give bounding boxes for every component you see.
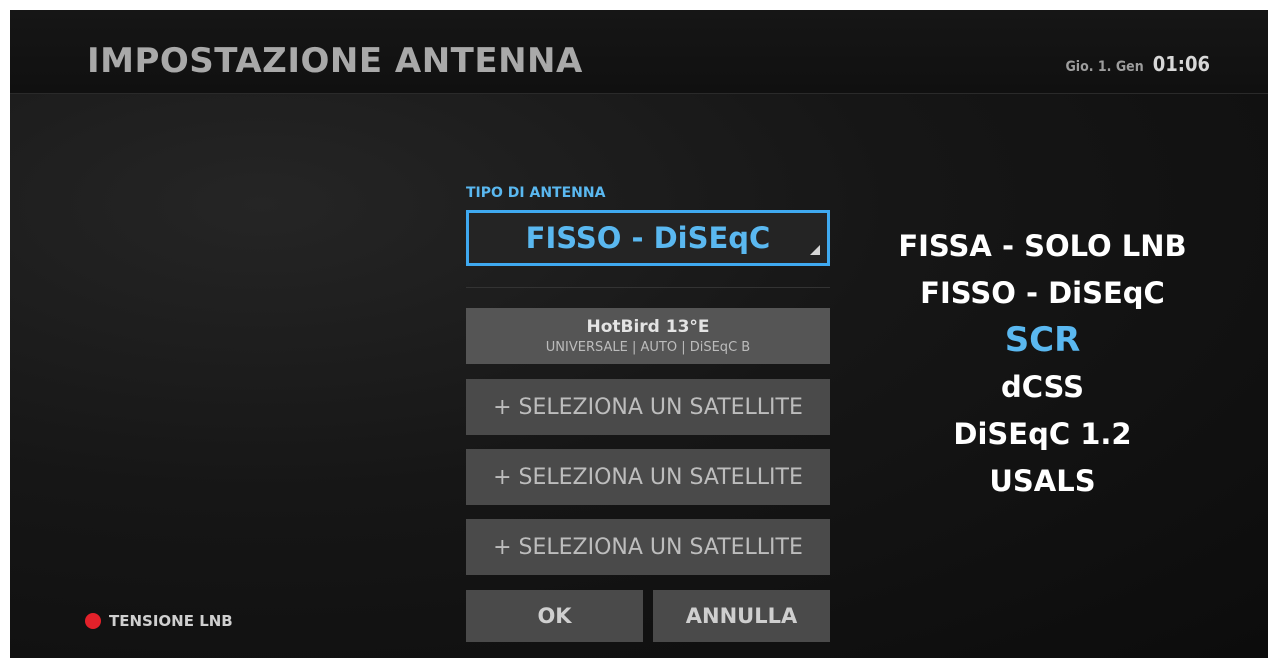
satellite-slot-2[interactable]: + SELEZIONA UN SATELLITE — [466, 379, 830, 435]
antenna-type-value: FISSO - DiSEqC — [525, 221, 771, 255]
antenna-type-label: TIPO DI ANTENNA — [466, 185, 606, 201]
add-satellite-label: + SELEZIONA UN SATELLITE — [493, 534, 803, 560]
add-satellite-label: + SELEZIONA UN SATELLITE — [493, 464, 803, 490]
add-satellite-label: + SELEZIONA UN SATELLITE — [493, 394, 803, 420]
satellite-detail: UNIVERSALE | AUTO | DiSEqC B — [545, 340, 751, 355]
option-scr[interactable]: SCR — [885, 317, 1200, 364]
tv-screen: IMPOSTAZIONE ANTENNA Gio. 1. Gen 01:06 T… — [10, 10, 1268, 658]
page-title: IMPOSTAZIONE ANTENNA — [87, 41, 583, 81]
time-label: 01:06 — [1152, 52, 1210, 76]
dropdown-corner-icon — [810, 245, 820, 255]
option-diseqc-1-2[interactable]: DiSEqC 1.2 — [885, 411, 1200, 458]
antenna-type-select[interactable]: FISSO - DiSEqC — [466, 210, 830, 266]
lnb-voltage-label: TENSIONE LNB — [109, 612, 233, 630]
date-label: Gio. 1. Gen — [1065, 59, 1144, 75]
lnb-voltage-indicator: TENSIONE LNB — [85, 612, 233, 630]
option-fisso-diseqc[interactable]: FISSO - DiSEqC — [885, 270, 1200, 317]
satellite-slot-1[interactable]: HotBird 13°E UNIVERSALE | AUTO | DiSEqC … — [466, 308, 830, 364]
option-usals[interactable]: USALS — [885, 458, 1200, 505]
satellite-slot-4[interactable]: + SELEZIONA UN SATELLITE — [466, 519, 830, 575]
option-fissa-solo-lnb[interactable]: FISSA - SOLO LNB — [885, 223, 1200, 270]
clock: Gio. 1. Gen 01:06 — [1065, 52, 1210, 76]
red-dot-icon — [85, 613, 101, 629]
cancel-button[interactable]: ANNULLA — [653, 590, 830, 642]
satellite-name: HotBird 13°E — [586, 317, 710, 337]
header-bar: IMPOSTAZIONE ANTENNA Gio. 1. Gen 01:06 — [10, 10, 1268, 94]
divider — [466, 287, 830, 288]
ok-button[interactable]: OK — [466, 590, 643, 642]
option-dcss[interactable]: dCSS — [885, 364, 1200, 411]
antenna-options-list: FISSA - SOLO LNB FISSO - DiSEqC SCR dCSS… — [885, 223, 1200, 505]
satellite-slot-3[interactable]: + SELEZIONA UN SATELLITE — [466, 449, 830, 505]
